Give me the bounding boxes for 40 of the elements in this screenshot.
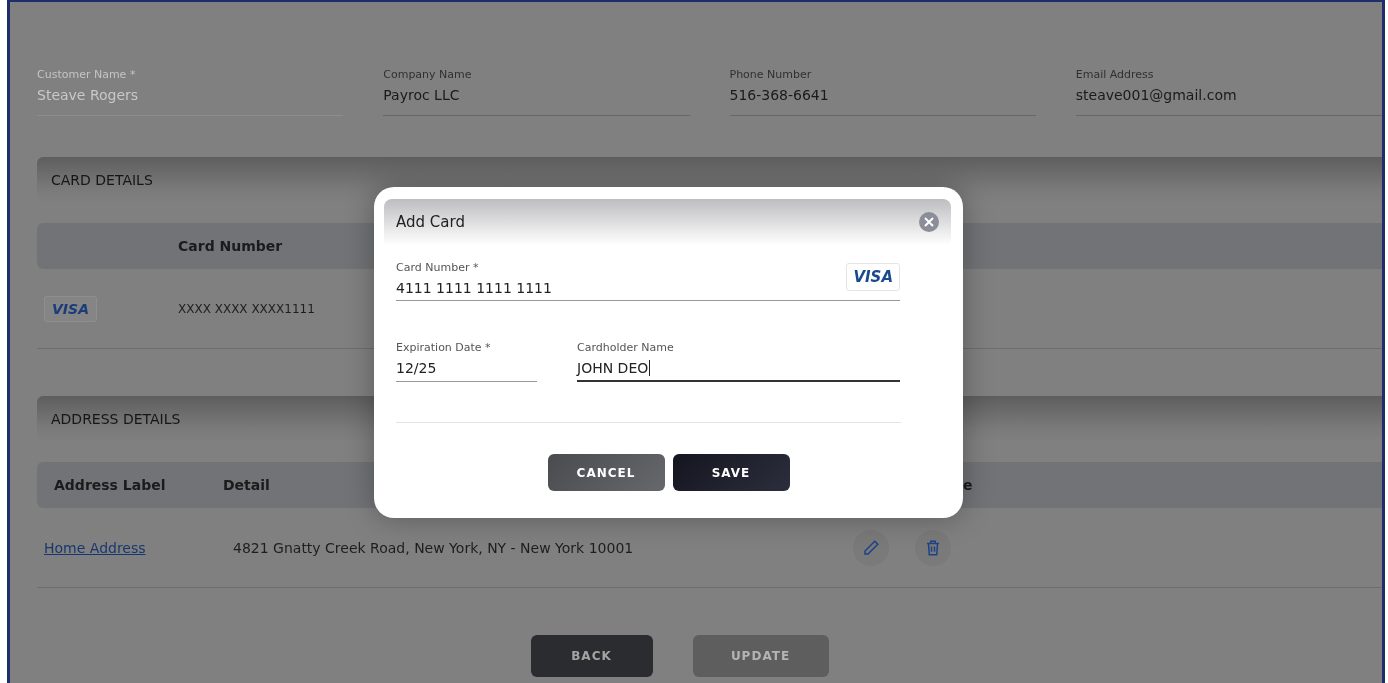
card-number-field[interactable]: Card Number * 4111 1111 1111 1111 VISA [396,261,900,301]
field-value: Payroc LLC [383,87,461,103]
column-header: e [963,477,974,493]
text-field[interactable]: Phone Number 516-368-6641 [729,68,1036,116]
field-value: JOHN DEO [577,360,651,376]
column-header: Address Label [53,477,167,493]
field-value: steave001@gmail.com [1075,87,1238,103]
field-label: Company Name [383,68,473,81]
trash-icon [924,538,942,557]
address-link[interactable]: Home Address [44,540,146,556]
field-label: Expiration Date * [396,341,492,354]
field-value: 12/25 [396,360,438,376]
edit-button[interactable] [853,529,889,566]
table-cell: 4821 Gnatty Creek Road, New York, NY - New York 10001 [233,540,634,556]
close-icon[interactable] [919,212,939,232]
cancel-button[interactable]: CANCEL [547,454,665,491]
pencil-icon [862,538,880,557]
section-title: CARD DETAILS [51,172,153,188]
table-cell: XXXX XXXX XXXX1111 [178,301,315,316]
save-button[interactable]: SAVE [672,454,790,491]
column-header: Card Number [177,238,283,254]
field-value: 516-368-6641 [729,87,830,103]
column-header: Detail [223,477,271,493]
field-label: Phone Number [729,68,813,81]
text-field[interactable]: Email Address steave001@gmail.com [1075,68,1382,116]
card-brand-logo: VISA [846,263,900,291]
text-field[interactable]: Company Name Payroc LLC [383,68,690,116]
expiration-field[interactable]: Expiration Date * 12/25 [396,341,537,382]
field-label: Cardholder Name [577,341,675,354]
field-value: 4111 1111 1111 1111 [396,280,553,296]
field-label: Email Address [1075,68,1155,81]
field-label: Customer Name * [37,68,137,81]
action-button[interactable]: BACK [530,635,653,677]
field-value: Steave Rogers [37,87,140,103]
field-label: Card Number * [396,261,480,274]
dialog-title: Add Card [396,213,465,231]
delete-button[interactable] [915,529,951,566]
section-title: ADDRESS DETAILS [51,411,181,427]
card-brand-logo: VISA [44,296,97,322]
cardholder-field[interactable]: Cardholder Name JOHN DEO [577,341,900,382]
